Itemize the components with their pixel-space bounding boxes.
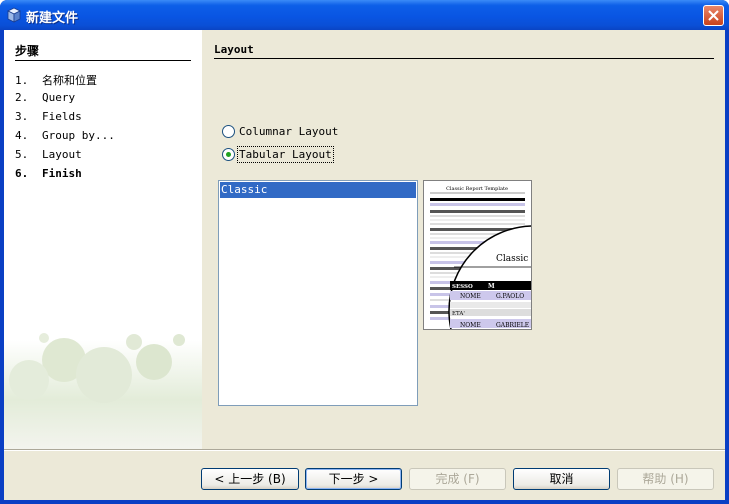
step-label: Group by... xyxy=(42,129,115,142)
title-bar[interactable]: 新建文件 xyxy=(0,0,729,30)
template-preview: Classic Report Template Classic SESSO M … xyxy=(423,180,532,330)
template-list[interactable]: Classic xyxy=(218,180,418,406)
step-number: 2. xyxy=(15,91,29,104)
step-number: 6. xyxy=(15,167,29,180)
window-title: 新建文件 xyxy=(26,11,79,26)
steps-heading: 步骤 xyxy=(15,42,191,61)
step-number: 3. xyxy=(15,110,29,123)
bubbles-decoration xyxy=(4,333,202,449)
template-item-classic[interactable]: Classic xyxy=(220,182,416,198)
step-label: Query xyxy=(42,91,76,104)
radio-circle[interactable] xyxy=(222,125,235,138)
preview-row-label: NOME xyxy=(460,322,481,329)
step-label: 名称和位置 xyxy=(42,74,97,87)
step-number: 1. xyxy=(15,74,29,87)
preview-row-value: M xyxy=(488,283,495,290)
preview-row-value: G.PAOLO xyxy=(496,293,524,300)
preview-zoom-label: Classic xyxy=(496,254,528,264)
steps-panel: 步骤 1. 名称和位置 2. Query 3. Fields 4. Group by... 5.… xyxy=(4,30,202,449)
step-label: Finish xyxy=(42,167,82,180)
dialog-body: 步骤 1. 名称和位置 2. Query 3. Fields 4. Group by... 5.… xyxy=(4,30,725,500)
preview-row-label: ETA' xyxy=(452,311,465,317)
step-number: 5. xyxy=(15,148,29,161)
finish-button[interactable]: 完成 (F) xyxy=(409,468,506,490)
new-file-dialog: 新建文件 步骤 1. 名称和位置 2. Query 3. Fields 4. G… xyxy=(0,0,729,504)
cancel-button[interactable]: 取消 xyxy=(513,468,610,490)
step-label: Layout xyxy=(42,148,82,161)
step-item: 5. Layout xyxy=(15,148,82,161)
cube-icon xyxy=(7,7,21,23)
close-icon xyxy=(708,10,719,21)
preview-row-label: SESSO xyxy=(452,284,473,290)
step-item: 4. Group by... xyxy=(15,129,115,142)
step-item: 3. Fields xyxy=(15,110,82,123)
back-button[interactable]: < 上一步 (B) xyxy=(201,468,299,490)
radio-label[interactable]: Columnar Layout xyxy=(238,124,339,139)
preview-row-value: GABRIELE xyxy=(496,322,529,329)
page-title: Layout xyxy=(214,43,714,59)
step-item: 6. Finish xyxy=(15,167,82,180)
button-separator xyxy=(4,449,725,451)
preview-row-label: NOME xyxy=(460,293,481,300)
step-number: 4. xyxy=(15,129,29,142)
next-button[interactable]: 下一步 > xyxy=(305,468,402,490)
preview-title: Classic Report Template xyxy=(446,186,508,192)
step-item: 1. 名称和位置 xyxy=(15,72,97,88)
radio-circle[interactable] xyxy=(222,148,235,161)
step-item: 2. Query xyxy=(15,91,75,104)
help-button[interactable]: 帮助 (H) xyxy=(617,468,714,490)
radio-label[interactable]: Tabular Layout xyxy=(237,146,334,163)
close-button[interactable] xyxy=(703,5,724,26)
radio-selected-dot xyxy=(226,152,231,157)
step-label: Fields xyxy=(42,110,82,123)
